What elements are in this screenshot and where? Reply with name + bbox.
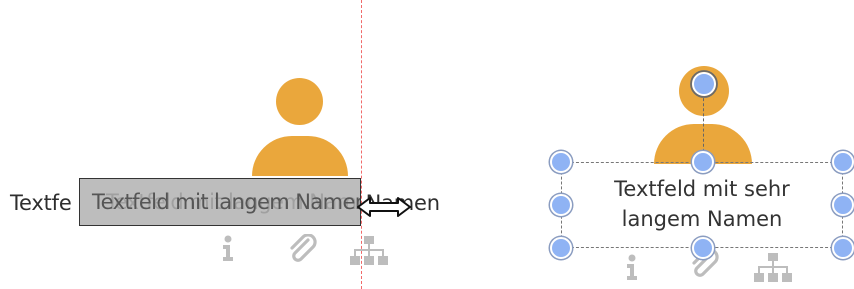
resize-handle-middle-right[interactable]	[832, 194, 854, 216]
resize-handle-bottom-center[interactable]	[692, 237, 714, 259]
hierarchy-icon[interactable]	[754, 253, 792, 283]
attachment-icon[interactable]	[286, 234, 318, 266]
node-label-right[interactable]: Textfeld mit sehr langem Namen	[561, 174, 843, 234]
person-icon-head	[276, 78, 323, 125]
horizontal-resize-cursor-icon[interactable]	[356, 196, 412, 222]
resize-handle-top-center[interactable]	[692, 151, 714, 173]
info-icon[interactable]	[622, 253, 642, 281]
label-edit-field[interactable]: Textfeld mit langem Namen Textfeld mit l…	[79, 178, 361, 226]
hierarchy-icon[interactable]	[350, 236, 388, 266]
resize-handle-bottom-left[interactable]	[550, 237, 572, 259]
resize-handle-top-left[interactable]	[550, 151, 572, 173]
person-icon-body	[252, 136, 348, 176]
resize-handle-top-right[interactable]	[832, 151, 854, 173]
edit-field-text: Textfeld mit langem Namen	[92, 190, 361, 214]
resize-handle-middle-left[interactable]	[550, 194, 572, 216]
resize-handle-bottom-right[interactable]	[832, 237, 854, 259]
rotate-handle-icon[interactable]	[689, 69, 719, 103]
info-icon[interactable]	[218, 234, 238, 262]
